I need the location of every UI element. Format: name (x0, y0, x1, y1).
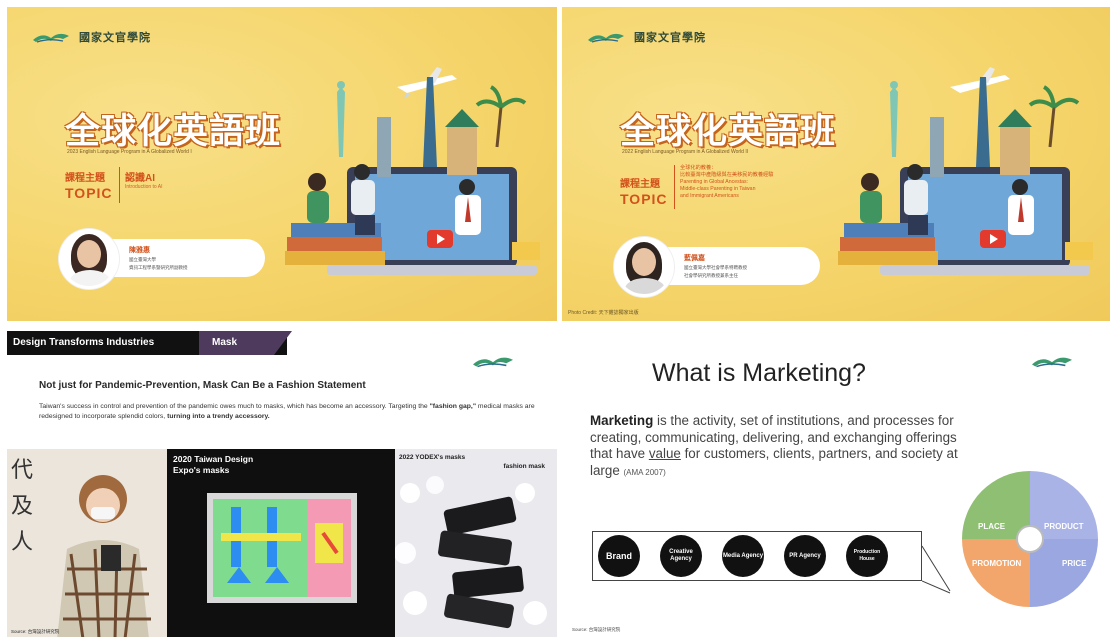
speaker-affiliation-1: 國立臺灣大學社會學系特聘教授 (684, 265, 747, 270)
topic-line-5: and Immigrant Americans (680, 193, 739, 199)
travel-illustration (838, 67, 1093, 275)
topic-value-en: Introduction to AI (125, 184, 163, 190)
quadrant-price (1030, 539, 1098, 607)
topic-divider (674, 165, 675, 209)
source-note: Source: 台灣設計研究院 (572, 627, 621, 632)
banner-section-title: Design Transforms Industries (13, 337, 155, 348)
academy-logo: 國家文官學院 (588, 29, 706, 45)
speaker-affiliation-2: 資訊工程學系暨研究所副教授 (129, 265, 188, 270)
calligraphy-char-1: 代 (11, 458, 34, 483)
label-place: PLACE (978, 522, 1006, 531)
academy-name: 國家文官學院 (79, 31, 151, 44)
slide-mask-design[interactable]: Design Transforms Industries Mask Not ju… (7, 331, 557, 637)
topic-zh-label: 課程主題 (65, 173, 105, 184)
expo-caption-line-1: 2020 Taiwan Design (173, 454, 254, 464)
slide-title: What is Marketing? (652, 359, 866, 387)
expo-caption-line-2: Expo's masks (173, 465, 230, 475)
speaker-name: 陳雅惠 (129, 247, 150, 254)
calligraphy-char-3: 人 (11, 530, 34, 555)
term-marketing: Marketing (590, 413, 654, 428)
label-price: PRICE (1062, 559, 1087, 568)
speaker-avatar (614, 237, 674, 297)
label-promotion: PROMOTION (972, 559, 1022, 568)
speaker-name: 藍佩嘉 (684, 255, 705, 262)
slide-body: Taiwan's success in control and preventi… (39, 402, 539, 421)
circle-pr-agency: PR Agency (784, 535, 826, 577)
slide-ai-course[interactable]: 國家文官學院 全球化英語班 2023 English Language Prog… (7, 7, 557, 321)
calligraphy-char-2: 及 (11, 494, 34, 519)
fashion-mask-caption: fashion mask (503, 463, 545, 470)
topic-value: 認識AI (125, 173, 155, 184)
bird-logo-icon (1032, 357, 1072, 368)
circle-brand: Brand (598, 535, 640, 577)
body-text-1: Taiwan's success in control and preventi… (39, 403, 430, 410)
circle-media-agency: Media Agency (722, 535, 764, 577)
citation: (AMA 2007) (623, 467, 666, 477)
body-bold-2: turning into a trendy accessory. (167, 412, 270, 420)
term-value: value (648, 446, 681, 461)
black-masks-image (395, 476, 547, 629)
slide-heading: Not just for Pandemic-Prevention, Mask C… (39, 380, 366, 391)
topic-line-2: 比較臺灣中產階級與在美移民的教養經驗 (680, 172, 774, 178)
bird-logo-icon (588, 33, 624, 43)
yodex-mask-photo: 2022 YODEX's masks fashion mask (395, 449, 557, 637)
topic-value: 全球化的教養： 比較臺灣中產階級與在美移民的教養經驗 Parenting in … (680, 165, 860, 200)
marketing-mix-diagram: PLACE PRODUCT PROMOTION PRICE (962, 471, 1098, 607)
academy-logo: 國家文官學院 (33, 29, 151, 45)
expo-mask-photo: 2020 Taiwan Design Expo's masks (167, 449, 395, 637)
speaker-affiliation-2: 社會學研究所教授兼系主任 (684, 273, 738, 278)
body-bold-1: "fashion gap," (429, 403, 477, 410)
course-title: 全球化英語班 (620, 112, 837, 151)
topic-heading: 課程主題 TOPIC (620, 175, 668, 207)
topic-heading: 課程主題 TOPIC (65, 169, 113, 201)
yodex-caption: 2022 YODEX's masks (399, 454, 466, 461)
source-note: Source: 台灣設計研究院 (11, 629, 60, 634)
topic-line-4: Middle-class Parenting in Taiwan (680, 186, 756, 192)
topic-en-label: TOPIC (65, 185, 113, 201)
course-title: 全球化英語班 (65, 112, 282, 151)
topic-line-1: 全球化的教養： (680, 165, 717, 171)
circle-production-house: Production House (846, 535, 888, 577)
course-subtitle: 2023 English Language Program in A Globa… (67, 149, 192, 155)
course-subtitle: 2022 English Language Program in A Globa… (622, 149, 749, 155)
slide-what-is-marketing[interactable]: What is Marketing? Marketing is the acti… (562, 331, 1110, 637)
topic-zh-label: 課程主題 (620, 179, 660, 190)
banner-tab-label: Mask (212, 337, 238, 348)
presenter-illustration (57, 475, 151, 637)
topic-line-3: Parenting in Global Ancestas: (680, 179, 749, 185)
quadrant-promotion (962, 539, 1030, 607)
speaker-photo: 代 及 人 (7, 449, 167, 637)
travel-illustration (285, 67, 540, 275)
slide-parenting-course[interactable]: 國家文官學院 全球化英語班 2022 English Language Prog… (562, 7, 1110, 321)
photo-credit: Photo Credit: 天下雜誌獨家出版 (568, 310, 639, 316)
circle-creative-agency: Creative Agency (660, 535, 702, 577)
colorful-mask-image (207, 493, 357, 603)
bird-logo-icon (33, 33, 69, 43)
speaker-affiliation-1: 國立臺灣大學 (129, 257, 156, 262)
marketing-definition: Marketing is the activity, set of instit… (590, 413, 970, 481)
academy-name: 國家文官學院 (634, 31, 706, 44)
bird-logo-icon (473, 357, 513, 368)
expo-mask-caption: 2020 Taiwan Design Expo's masks (173, 454, 253, 476)
label-product: PRODUCT (1044, 522, 1084, 531)
connector-lines (922, 545, 951, 594)
topic-divider (119, 167, 120, 203)
speaker-avatar (59, 229, 119, 289)
topic-en-label: TOPIC (620, 191, 668, 207)
